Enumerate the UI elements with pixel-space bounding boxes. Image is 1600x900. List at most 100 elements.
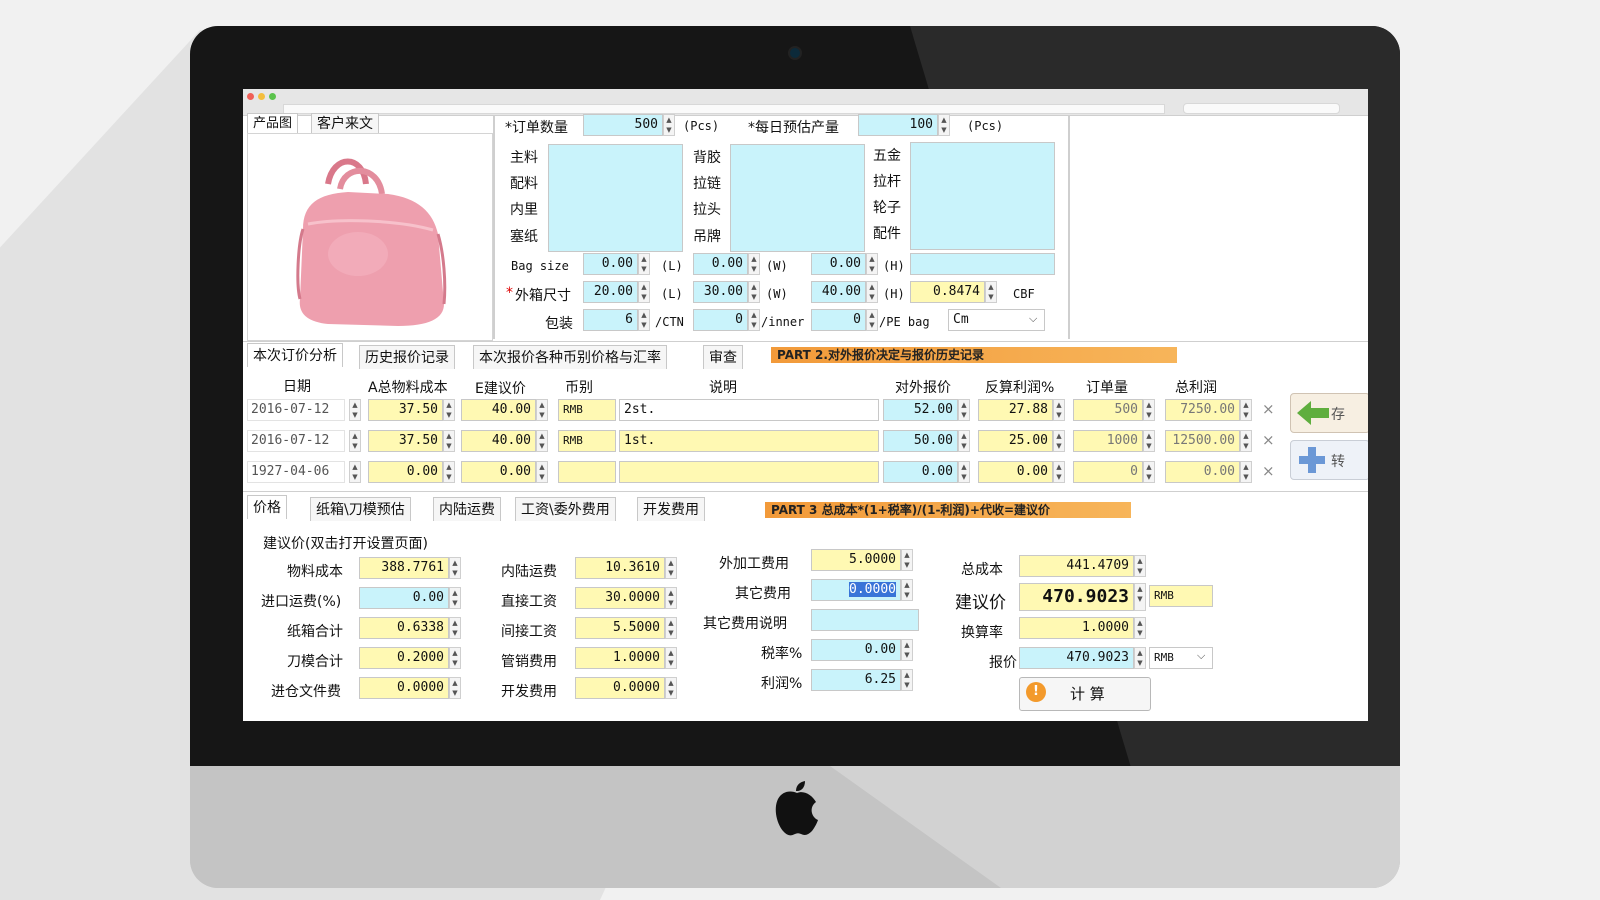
carton-total-field[interactable]: 0.6338 [359,617,449,639]
development-fee-field[interactable]: 0.0000 [575,677,665,699]
profit-pct-cell[interactable]: 0.00 [978,461,1053,483]
material-cost-field[interactable]: 388.7761 [359,557,449,579]
minimize-icon[interactable] [258,93,265,100]
order-qty-spinner[interactable]: ▲ ▼ [1143,430,1155,452]
profit-pct-cell[interactable]: 25.00 [978,430,1053,452]
other-fee-field[interactable]: 0.0000 [811,579,901,601]
inland-freight-field[interactable]: 10.3610 [575,557,665,579]
tax-rate-field[interactable]: 0.00 [811,639,901,661]
save-quote-button[interactable]: 存 [1290,393,1368,433]
bag-length-field[interactable]: 0.00 [583,253,638,275]
bag-width-spinner[interactable]: ▲ ▼ [748,253,760,275]
suggested-price-field[interactable]: 470.9023 [1019,583,1134,611]
material-fields-col3[interactable] [910,142,1055,250]
per-carton-spinner[interactable]: ▲ ▼ [638,309,650,331]
suggested-price-spinner[interactable]: ▲ ▼ [536,399,548,421]
search-bar[interactable] [1183,103,1340,114]
admin-sales-fee-spinner[interactable]: ▲ ▼ [665,647,677,669]
exchange-rate-spinner[interactable]: ▲ ▼ [1134,617,1146,639]
order-qty-spinner[interactable]: ▲ ▼ [1143,461,1155,483]
carton-height-spinner[interactable]: ▲ ▼ [866,281,878,303]
delete-row-icon[interactable]: × [1262,462,1275,480]
carton-width-spinner[interactable]: ▲ ▼ [748,281,760,303]
tab-product-image[interactable]: 产品图 [247,113,299,133]
suggested-price-spinner[interactable]: ▲ ▼ [536,461,548,483]
total-profit-spinner[interactable]: ▲ ▼ [1240,430,1252,452]
carton-length-field[interactable]: 20.00 [583,281,638,303]
material-cost-cell[interactable]: 37.50 [368,430,443,452]
profit-pct-spinner[interactable]: ▲ ▼ [1053,430,1065,452]
processing-fee-spinner[interactable]: ▲ ▼ [901,549,913,571]
suggested-price-spinner[interactable]: ▲ ▼ [536,430,548,452]
chevron-down-icon[interactable]: ⌵ [1197,649,1205,663]
date-spinner[interactable]: ▲ ▼ [349,399,361,421]
delete-row-icon[interactable]: × [1262,431,1275,449]
date-cell[interactable]: 2016-07-12 [247,430,345,452]
bag-length-spinner[interactable]: ▲ ▼ [638,253,650,275]
per-carton-field[interactable]: 6 [583,309,638,331]
maximize-icon[interactable] [269,93,276,100]
order-qty-spinner[interactable]: ▲ ▼ [1143,399,1155,421]
tab-inland-freight[interactable]: 内陆运费 [433,497,501,521]
per-inner-spinner[interactable]: ▲ ▼ [748,309,760,331]
import-freight-field[interactable]: 0.00 [359,587,449,609]
material-cost-spinner[interactable]: ▲ ▼ [443,461,455,483]
indirect-wage-spinner[interactable]: ▲ ▼ [665,617,677,639]
per-bag-spinner[interactable]: ▲ ▼ [866,309,878,331]
bag-height-spinner[interactable]: ▲ ▼ [866,253,878,275]
material-cost-cell[interactable]: 0.00 [368,461,443,483]
delete-row-icon[interactable]: × [1262,400,1275,418]
chevron-down-icon[interactable]: ⌵ [1029,312,1037,326]
profit-pct-cell[interactable]: 27.88 [978,399,1053,421]
order-qty-spinner[interactable]: ▲ ▼ [663,114,675,136]
quote-cell[interactable]: 52.00 [883,399,958,421]
suggested-price-cell[interactable]: 40.00 [461,430,536,452]
currency-cell[interactable]: RMB [558,399,616,421]
per-bag-field[interactable]: 0 [811,309,866,331]
quote-price-field[interactable]: 470.9023 [1019,647,1134,669]
total-profit-spinner[interactable]: ▲ ▼ [1240,461,1252,483]
tab-development-cost[interactable]: 开发费用 [637,497,705,521]
description-cell[interactable]: 2st. [619,399,879,421]
total-profit-spinner[interactable]: ▲ ▼ [1240,399,1252,421]
tab-currency-rates[interactable]: 本次报价各种币别价格与汇率 [473,345,667,369]
cbf-spinner[interactable]: ▲ ▼ [985,281,997,303]
direct-wage-field[interactable]: 30.0000 [575,587,665,609]
warehouse-doc-fee-field[interactable]: 0.0000 [359,677,449,699]
profit-pct-spinner[interactable]: ▲ ▼ [1053,399,1065,421]
suggested-price-cell[interactable]: 0.00 [461,461,536,483]
quote-spinner[interactable]: ▲ ▼ [958,461,970,483]
cbf-field[interactable]: 0.8474 [910,281,985,303]
suggested-price-spinner[interactable]: ▲ ▼ [1134,583,1146,611]
calculate-button[interactable]: ! 计 算 [1019,677,1151,711]
total-profit-cell[interactable]: 0.00 [1165,461,1240,483]
add-quote-button[interactable]: 转 [1290,440,1368,480]
total-profit-cell[interactable]: 7250.00 [1165,399,1240,421]
tab-price[interactable]: 价格 [247,495,287,519]
description-cell[interactable]: 1st. [619,430,879,452]
material-cost-spinner[interactable]: ▲ ▼ [449,557,461,579]
daily-output-spinner[interactable]: ▲ ▼ [938,114,950,136]
die-total-spinner[interactable]: ▲ ▼ [449,647,461,669]
date-cell[interactable]: 1927-04-06 [247,461,345,483]
currency-cell[interactable]: RMB [558,430,616,452]
quote-cell[interactable]: 50.00 [883,430,958,452]
exchange-rate-field[interactable]: 1.0000 [1019,617,1134,639]
carton-width-field[interactable]: 30.00 [693,281,748,303]
material-cost-cell[interactable]: 37.50 [368,399,443,421]
direct-wage-spinner[interactable]: ▲ ▼ [665,587,677,609]
other-fee-note-field[interactable] [811,609,919,631]
tab-carton-die[interactable]: 纸箱\刀模预估 [310,497,411,521]
order-qty-field[interactable]: 500 [583,114,663,136]
order-qty-cell[interactable]: 0 [1073,461,1143,483]
currency-cell[interactable] [558,461,616,483]
tab-current-pricing[interactable]: 本次订价分析 [247,343,343,367]
material-cost-spinner[interactable]: ▲ ▼ [443,399,455,421]
bag-size-extra-field[interactable] [910,253,1055,275]
profit-rate-field[interactable]: 6.25 [811,669,901,691]
profit-pct-spinner[interactable]: ▲ ▼ [1053,461,1065,483]
quote-cell[interactable]: 0.00 [883,461,958,483]
close-icon[interactable] [247,93,254,100]
tab-review[interactable]: 审查 [703,345,743,369]
quote-spinner[interactable]: ▲ ▼ [958,399,970,421]
